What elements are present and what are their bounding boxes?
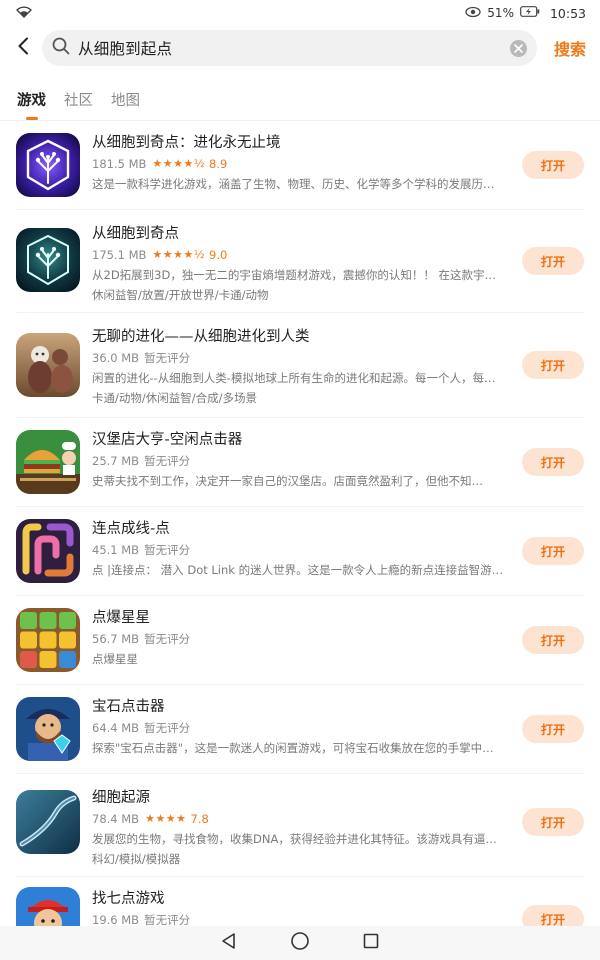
open-button[interactable]: 打开 [522, 626, 584, 654]
cartoon-kid-icon [16, 887, 80, 927]
color-blocks-icon [16, 608, 80, 672]
app-description: 探索"宝石点击器"，这是一款迷人的闲置游戏，可将宝石收集放在您的手掌中… [92, 741, 494, 755]
cell-to-singularity-tree-icon [16, 133, 80, 197]
list-item[interactable]: 找七点游戏 19.6 MB 暂无评分 打开 [0, 877, 600, 927]
rating-stars: ★★★★½ [152, 157, 205, 170]
app-tags: 科幻/模拟/模拟器 [92, 852, 181, 866]
app-size: 56.7 MB [92, 632, 140, 646]
chevron-left-icon [17, 37, 29, 59]
app-tags: 卡通/动物/休闲益智/合成/多场景 [92, 391, 257, 405]
clear-search-button[interactable] [510, 39, 527, 57]
search-submit-button[interactable]: 搜索 [554, 30, 586, 66]
category-tabs: 游戏 社区 地图 [0, 88, 158, 120]
rating-status: 暂无评分 [144, 543, 191, 557]
app-name[interactable]: 无聊的进化——从细胞进化到人类 [92, 327, 512, 347]
back-triangle-icon[interactable] [220, 932, 238, 954]
list-item[interactable]: 从细胞到奇点：进化永无止境 181.5 MB ★★★★½ 8.9 这是一款科学进化游… [0, 121, 600, 209]
open-button[interactable]: 打开 [522, 808, 584, 836]
open-button[interactable]: 打开 [522, 537, 584, 565]
app-size: 181.5 MB [92, 157, 147, 171]
app-size: 175.1 MB [92, 248, 147, 262]
tab-map[interactable]: 地图 [111, 88, 140, 116]
recents-square-icon[interactable] [362, 932, 380, 954]
rating-status: 暂无评分 [144, 632, 191, 646]
app-description: 点 |连接点： 潜入 Dot Link 的迷人世界。这是一款令人上瘾的新点连接益… [92, 563, 504, 577]
list-item[interactable]: 汉堡店大亨-空闲点击器 25.7 MB 暂无评分 史蒂夫找不到工作，决定开一家自己… [0, 418, 600, 506]
rating-score: 7.8 [190, 812, 209, 826]
rating-stars: ★★★★ [145, 812, 187, 825]
tab-games[interactable]: 游戏 [17, 88, 46, 120]
app-description: 从2D拓展到3D，独一无二的宇宙熵增题材游戏，震撼你的认知！！ 在这款宇… [92, 268, 496, 282]
burger-shop-icon [16, 430, 80, 494]
list-item[interactable]: 连点成线-点 45.1 MB 暂无评分 点 |连接点： 潜入 Dot Link 的… [0, 507, 600, 595]
app-size: 36.0 MB [92, 351, 140, 365]
app-name[interactable]: 从细胞到奇点 [92, 224, 512, 244]
system-navigation-bar [0, 926, 600, 960]
app-name[interactable]: 细胞起源 [92, 788, 512, 808]
rating-status: 暂无评分 [144, 351, 191, 365]
app-description: 这是一款科学进化游戏，涵盖了生物、物理、历史、化学等多个学科的发展历… [92, 177, 495, 191]
status-bar: 51% 10:53 [0, 0, 600, 26]
app-description: 史蒂夫找不到工作，决定开一家自己的汉堡店。店面竟然盈利了，但他不知… [92, 474, 483, 488]
search-results-list[interactable]: 从细胞到奇点：进化永无止境 181.5 MB ★★★★½ 8.9 这是一款科学进化游… [0, 121, 600, 927]
app-name[interactable]: 汉堡店大亨-空闲点击器 [92, 430, 512, 450]
home-circle-icon[interactable] [290, 931, 310, 955]
open-button[interactable]: 打开 [522, 247, 584, 275]
app-description: 点爆星星 [92, 652, 138, 666]
rating-status: 暂无评分 [144, 913, 191, 927]
app-size: 78.4 MB [92, 812, 140, 826]
open-button[interactable]: 打开 [522, 448, 584, 476]
gem-miner-icon [16, 697, 80, 761]
rating-score: 8.9 [209, 157, 228, 171]
app-description: 闲置的进化--从细胞到人类-模拟地球上所有生命的进化和起源。每一个人，每… [92, 371, 496, 385]
app-tags: 休闲益智/放置/开放世界/卡通/动物 [92, 288, 269, 302]
eye-comfort-icon [465, 6, 481, 21]
back-button[interactable] [0, 30, 46, 66]
list-item[interactable]: 宝石点击器 64.4 MB 暂无评分 探索"宝石点击器"，这是一款迷人的闲置游戏，… [0, 685, 600, 773]
app-size: 19.6 MB [92, 913, 140, 927]
list-item[interactable]: 无聊的进化——从细胞进化到人类 36.0 MB 暂无评分 闲置的进化--从细胞到人… [0, 313, 600, 417]
rating-score: 9.0 [209, 248, 228, 262]
clock: 10:53 [549, 5, 586, 21]
rating-stars: ★★★★½ [152, 248, 205, 261]
tab-community[interactable]: 社区 [64, 88, 93, 116]
list-item[interactable]: 细胞起源 78.4 MB ★★★★ 7.8 发展您的生物，寻找食物，收集DNA，获得… [0, 774, 600, 876]
open-button[interactable]: 打开 [522, 151, 584, 179]
app-name[interactable]: 找七点游戏 [92, 889, 512, 909]
search-box[interactable]: 从细胞到起点 [42, 30, 537, 66]
app-name[interactable]: 宝石点击器 [92, 697, 512, 717]
app-description: 发展您的生物，寻找食物，收集DNA，获得经验并进化其特征。该游戏具有逼… [92, 832, 497, 846]
list-item[interactable]: 从细胞到奇点 175.1 MB ★★★★½ 9.0 从2D拓展到3D，独一无二的宇宙… [0, 210, 600, 312]
open-button[interactable]: 打开 [522, 351, 584, 379]
rating-status: 暂无评分 [144, 721, 191, 735]
primate-icon [16, 333, 80, 397]
wifi-icon [16, 5, 32, 21]
app-size: 25.7 MB [92, 454, 140, 468]
open-button[interactable]: 打开 [522, 715, 584, 743]
pipe-puzzle-icon [16, 519, 80, 583]
app-name[interactable]: 连点成线-点 [92, 519, 512, 539]
sea-creature-icon [16, 790, 80, 854]
app-name[interactable]: 点爆星星 [92, 608, 512, 628]
battery-icon [520, 6, 540, 20]
glowing-tree-icon [16, 228, 80, 292]
search-input[interactable]: 从细胞到起点 [78, 37, 510, 59]
close-icon [514, 43, 523, 53]
app-size: 45.1 MB [92, 543, 140, 557]
open-button[interactable]: 打开 [522, 905, 584, 927]
rating-status: 暂无评分 [144, 454, 191, 468]
app-size: 64.4 MB [92, 721, 140, 735]
search-icon [52, 37, 70, 59]
app-name[interactable]: 从细胞到奇点：进化永无止境 [92, 133, 512, 153]
list-item[interactable]: 点爆星星 56.7 MB 暂无评分 点爆星星 打开 [0, 596, 600, 684]
battery-percent: 51% [487, 6, 514, 20]
search-row: 从细胞到起点 搜索 [0, 30, 600, 66]
